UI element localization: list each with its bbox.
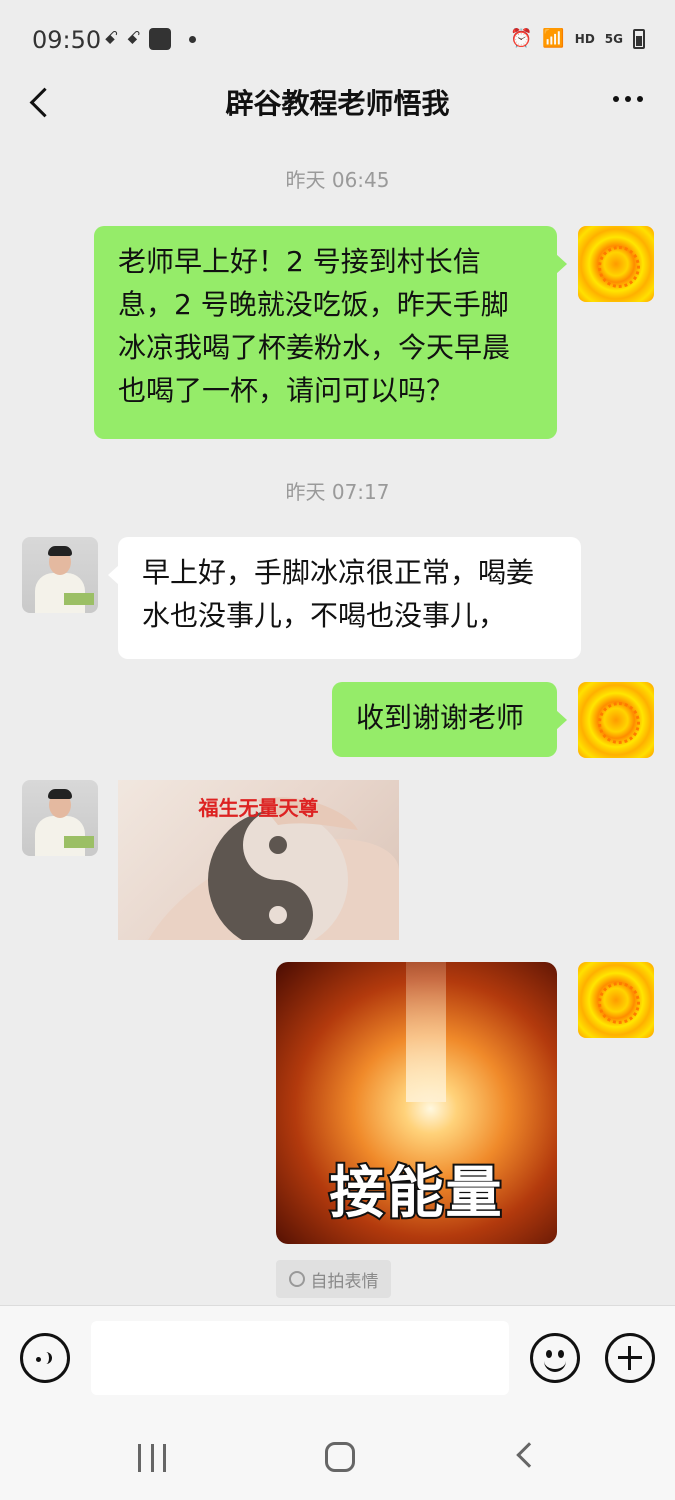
- more-functions-icon[interactable]: [605, 1333, 655, 1383]
- home-icon[interactable]: [325, 1442, 355, 1472]
- chat-title: 辟谷教程老师悟我: [225, 87, 450, 120]
- input-bar: [0, 1305, 675, 1410]
- alarm-icon: ⏰: [509, 28, 533, 49]
- self-avatar[interactable]: [578, 682, 654, 758]
- sticker-caption: 福生无量天尊: [198, 796, 319, 820]
- sticker-caption: 接能量: [328, 1159, 504, 1228]
- message-timestamp: 昨天 06:45: [285, 168, 390, 192]
- teacher-avatar[interactable]: [22, 780, 98, 856]
- sticker-message-received[interactable]: 福生无量天尊: [118, 780, 399, 940]
- selfie-sticker-icon: [288, 1271, 305, 1287]
- recent-apps-icon[interactable]: [138, 1444, 166, 1472]
- battery-icon: [633, 29, 645, 49]
- teacher-avatar[interactable]: [22, 537, 98, 613]
- sticker-message-sent[interactable]: 接能量: [276, 962, 557, 1244]
- wifi-icon: 📶: [542, 28, 565, 49]
- status-notification-icons: ꗃ ꗃ: [104, 26, 196, 52]
- status-time: 09:50: [32, 26, 102, 54]
- self-avatar[interactable]: [578, 962, 654, 1038]
- message-input[interactable]: [91, 1321, 509, 1395]
- app-notification-icon: [148, 28, 171, 50]
- more-options-icon[interactable]: [613, 96, 643, 102]
- light-beam-image: [406, 962, 446, 1102]
- app-notification-icon: ꗃ: [126, 28, 141, 49]
- self-avatar[interactable]: [578, 226, 654, 302]
- app-notification-icon: ꗃ: [104, 28, 119, 49]
- status-system-icons: ⏰ 📶 HD 5G: [510, 26, 645, 52]
- selfie-sticker-label: 自拍表情: [310, 1271, 379, 1292]
- voice-input-icon[interactable]: [20, 1333, 70, 1383]
- message-bubble-sent[interactable]: 收到谢谢老师: [332, 682, 567, 757]
- chat-header: 辟谷教程老师悟我: [0, 60, 675, 144]
- system-back-icon[interactable]: [516, 1442, 542, 1468]
- emoji-icon[interactable]: [530, 1333, 580, 1383]
- message-bubble-received[interactable]: 早上好，手脚冰凉很正常，喝姜水也没事儿，不喝也没事儿，: [108, 537, 581, 659]
- more-notifications-icon: [188, 35, 196, 43]
- system-navigation-bar: [0, 1410, 675, 1500]
- message-timestamp: 昨天 07:17: [285, 480, 390, 504]
- message-bubble-sent[interactable]: 老师早上好！2 号接到村长信息，2 号晚就没吃饭，昨天手脚冰凉我喝了杯姜粉水，今…: [94, 226, 567, 439]
- signal-icon: 5G: [604, 32, 623, 46]
- selfie-sticker-button[interactable]: 自拍表情: [276, 1260, 391, 1298]
- hd-voice-icon: HD: [574, 32, 595, 46]
